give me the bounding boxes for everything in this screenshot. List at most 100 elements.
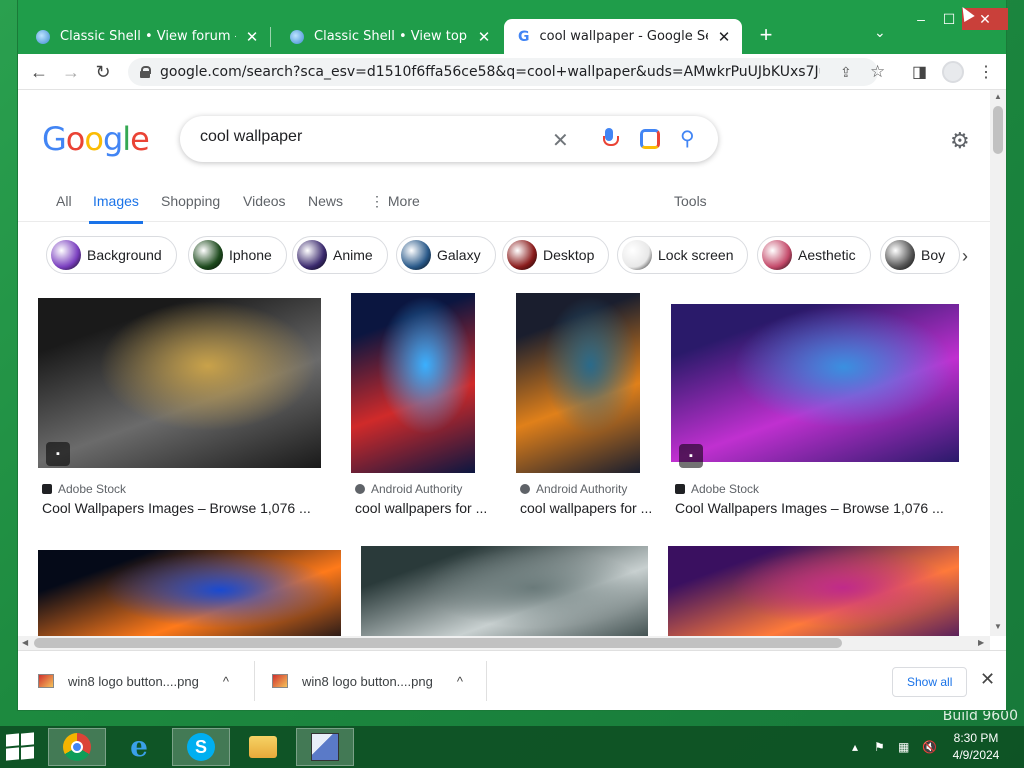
tab-search-button[interactable]: ⌄ (874, 24, 886, 41)
scroll-right-icon[interactable]: ▶ (978, 638, 984, 647)
chip-background[interactable]: Background (46, 236, 177, 274)
chip-boy[interactable]: Boy (880, 236, 961, 274)
result-thumbnail[interactable] (668, 546, 959, 650)
result-thumbnail[interactable] (671, 304, 959, 462)
horizontal-scrollbar[interactable]: ◀ ▶ (18, 636, 990, 650)
url-text[interactable]: google.com/search?sca_esv=d1510f6ffa56ce… (160, 64, 820, 80)
tab-google-search[interactable]: G cool wallpaper - Google Search ✕ (504, 19, 742, 54)
chevron-up-icon[interactable]: ^ (223, 674, 229, 689)
tab-news[interactable]: News (308, 193, 343, 209)
tab-classic-shell-forum[interactable]: Classic Shell • View forum - Start ✕ (18, 19, 270, 54)
result-title[interactable]: Cool Wallpapers Images – Browse 1,076 ..… (675, 500, 959, 516)
result-title[interactable]: cool wallpapers for ... (355, 500, 495, 516)
back-button[interactable]: ← (26, 59, 52, 85)
chip-label: Aesthetic (798, 247, 856, 263)
chevron-right-icon[interactable]: › (962, 246, 968, 267)
forward-button[interactable]: → (58, 59, 84, 85)
vertical-scrollbar[interactable]: ▲ ▼ (990, 90, 1006, 636)
tab-title: Classic Shell • View forum - Start (60, 29, 236, 44)
address-bar[interactable]: google.com/search?sca_esv=d1510f6ffa56ce… (128, 58, 885, 86)
chip-lock-screen[interactable]: Lock screen (617, 236, 749, 274)
search-box[interactable]: ✕ ⚲ (180, 116, 718, 162)
chip-label: Anime (333, 247, 373, 263)
tab-images[interactable]: Images (89, 193, 143, 224)
tools-button[interactable]: Tools (674, 193, 707, 209)
search-icon[interactable]: ⚲ (680, 126, 695, 151)
image-result[interactable]: Android Authority cool wallpapers for ..… (351, 293, 487, 533)
image-result[interactable] (668, 546, 959, 650)
chip-aesthetic[interactable]: Aesthetic (757, 236, 871, 274)
scroll-up-icon[interactable]: ▲ (994, 92, 1002, 101)
tab-videos[interactable]: Videos (243, 193, 286, 209)
chip-thumbnail (622, 240, 652, 270)
tab-more[interactable]: ⋮ More (370, 193, 420, 210)
image-result[interactable] (38, 550, 341, 650)
chip-desktop[interactable]: Desktop (502, 236, 610, 274)
taskbar-skype[interactable]: S (172, 728, 230, 766)
tab-all[interactable]: All (56, 193, 72, 209)
start-button[interactable] (6, 732, 36, 762)
chip-galaxy[interactable]: Galaxy (396, 236, 496, 274)
profile-avatar[interactable] (942, 61, 964, 83)
clear-search-icon[interactable]: ✕ (552, 128, 569, 153)
result-title[interactable]: Cool Wallpapers Images – Browse 1,076 ..… (42, 500, 322, 516)
result-thumbnail[interactable] (516, 293, 640, 473)
system-clock[interactable]: 8:30 PM 4/9/2024 (936, 730, 1016, 764)
search-input[interactable] (200, 128, 540, 146)
scroll-left-icon[interactable]: ◀ (22, 638, 28, 647)
source-favicon-icon (355, 484, 365, 494)
result-title[interactable]: cool wallpapers for ... (520, 500, 660, 516)
settings-gear-icon[interactable]: ⚙ (950, 128, 970, 154)
image-result[interactable]: Android Authority cool wallpapers for ..… (516, 293, 652, 533)
action-center-flag-icon[interactable]: ⚑ (874, 740, 885, 754)
chip-iphone[interactable]: Iphone (188, 236, 287, 274)
share-icon[interactable]: ⇪ (840, 64, 852, 81)
result-thumbnail[interactable] (38, 550, 341, 650)
taskbar-chrome[interactable] (48, 728, 106, 766)
google-lens-icon[interactable] (640, 129, 660, 149)
taskbar-internet-explorer[interactable]: e (110, 728, 168, 766)
image-result[interactable]: ▪ Adobe Stock Cool Wallpapers Images – B… (671, 304, 959, 534)
download-filename[interactable]: win8 logo button....png (68, 674, 199, 689)
new-tab-button[interactable]: + (754, 22, 778, 48)
google-logo[interactable]: Google (42, 120, 150, 158)
close-downloads-bar-icon[interactable]: ✕ (980, 669, 995, 690)
chevron-up-icon[interactable]: ^ (457, 674, 463, 689)
network-icon[interactable]: ▦ (898, 740, 909, 754)
side-panel-icon[interactable]: ◨ (912, 62, 927, 82)
image-result[interactable] (361, 546, 648, 650)
lock-icon[interactable] (140, 66, 151, 78)
browser-window: Classic Shell • View forum - Start ✕ Cla… (18, 0, 1008, 711)
download-filename[interactable]: win8 logo button....png (302, 674, 433, 689)
volume-muted-icon[interactable]: 🔇 (922, 740, 937, 754)
taskbar-file-explorer[interactable] (234, 728, 292, 766)
scrollbar-thumb[interactable] (34, 638, 842, 648)
reload-button[interactable]: ↻ (90, 59, 116, 85)
tab-close-icon[interactable]: ✕ (244, 28, 260, 46)
minimize-button[interactable]: – (906, 8, 936, 30)
scrollbar-thumb[interactable] (993, 106, 1003, 154)
chip-label: Boy (921, 247, 946, 263)
download-item[interactable]: win8 logo button....png ^ (272, 651, 463, 711)
bookmark-star-icon[interactable]: ☆ (870, 62, 885, 82)
tab-close-icon[interactable]: ✕ (716, 28, 732, 46)
source-favicon-icon (42, 484, 52, 494)
tab-shopping[interactable]: Shopping (161, 193, 220, 209)
tab-classic-shell-topic[interactable]: Classic Shell • View topic - [Anim ✕ (272, 19, 502, 54)
taskbar-paint[interactable] (296, 728, 354, 766)
show-all-downloads-button[interactable]: Show all (892, 667, 968, 697)
browser-menu-icon[interactable]: ⋮ (978, 62, 994, 82)
scroll-down-icon[interactable]: ▼ (994, 622, 1002, 631)
tab-close-icon[interactable]: ✕ (476, 28, 492, 46)
result-thumbnail[interactable] (351, 293, 475, 473)
microphone-icon[interactable] (602, 128, 619, 150)
chip-anime[interactable]: Anime (292, 236, 388, 274)
image-result[interactable]: ▪ Adobe Stock Cool Wallpapers Images – B… (38, 298, 321, 538)
result-thumbnail[interactable] (361, 546, 648, 650)
chip-thumbnail (762, 240, 792, 270)
chip-thumbnail (401, 240, 431, 270)
show-hidden-icons-icon[interactable]: ▴ (852, 740, 858, 754)
result-thumbnail[interactable] (38, 298, 321, 468)
chrome-icon (63, 733, 91, 761)
download-item[interactable]: win8 logo button....png ^ (38, 651, 229, 711)
